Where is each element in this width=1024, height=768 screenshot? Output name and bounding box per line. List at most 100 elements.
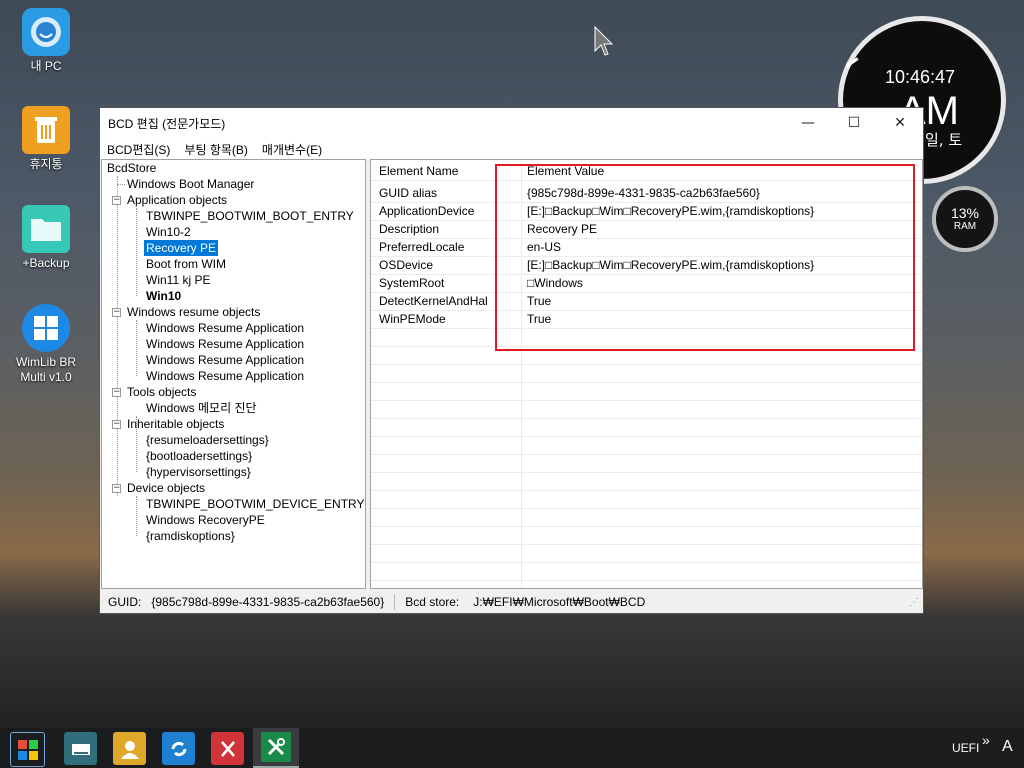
title-bar[interactable]: BCD 편집 (전문가모드) — ☐ ✕ <box>100 108 923 138</box>
menu-parameters[interactable]: 매개변수(E) <box>255 141 329 158</box>
recycle-bin-icon <box>22 106 70 154</box>
clock-tick <box>845 57 859 68</box>
tree-item[interactable]: {bootloadersettings} <box>146 448 252 464</box>
tree-line <box>136 320 137 376</box>
tree-item[interactable]: Windows Resume Application <box>146 352 304 368</box>
tree-item[interactable]: Device objects <box>127 480 205 496</box>
uefi-indicator: UEFI <box>952 741 980 755</box>
x-app-icon <box>220 740 235 757</box>
collapse-toggle[interactable]: − <box>112 484 121 493</box>
element-name-cell: Description <box>379 222 440 236</box>
my-pc-icon <box>22 8 70 56</box>
sync-icon <box>171 741 186 756</box>
collapse-toggle[interactable]: − <box>112 308 121 317</box>
desktop-icon-my-pc[interactable]: 내 PC <box>11 8 81 74</box>
taskbar-sync-app[interactable] <box>162 732 195 765</box>
menu-boot-entries[interactable]: 부팅 항목(B) <box>177 141 255 158</box>
desktop-icon-wimlib[interactable]: WimLib BR Multi v1.0 <box>11 304 81 385</box>
desktop-icon-recycle-bin[interactable]: 휴지통 <box>11 106 81 172</box>
maximize-button[interactable]: ☐ <box>831 108 877 138</box>
ram-label: RAM <box>953 221 977 232</box>
tree-item[interactable]: Boot from WIM <box>146 256 226 272</box>
element-name-cell: OSDevice <box>379 258 434 272</box>
clock-day: 일, 토 <box>925 131 963 149</box>
taskbar-user-app[interactable] <box>113 732 146 765</box>
taskbar-x-app[interactable] <box>211 732 244 765</box>
taskbar-drive-app[interactable] <box>64 732 97 765</box>
tree-line <box>117 184 125 185</box>
tree-line <box>136 208 137 296</box>
tree-item[interactable]: Win10-2 <box>146 224 191 240</box>
desktop-icon-backup[interactable]: +Backup <box>11 205 81 271</box>
collapse-toggle[interactable]: − <box>112 420 121 429</box>
tree-item[interactable]: Windows RecoveryPE <box>146 512 265 528</box>
bcd-editor-window: BCD 편집 (전문가모드) — ☐ ✕ BCD편집(S) 부팅 항목(B) 매… <box>99 107 924 614</box>
start-icon <box>17 739 38 760</box>
annotation-highlight-box <box>495 164 915 351</box>
menu-bar: BCD편집(S) 부팅 항목(B) 매개변수(E) <box>100 138 923 161</box>
tree-item[interactable]: Windows resume objects <box>127 304 260 320</box>
close-button[interactable]: ✕ <box>877 108 923 138</box>
empty-row <box>371 454 922 473</box>
status-store-value: J:₩EFI₩Microsoft₩Boot₩BCD <box>473 595 646 609</box>
minimize-button[interactable]: — <box>785 108 831 138</box>
status-guid-value: {985c798d-899e-4331-9835-ca2b63fae560} <box>151 595 385 609</box>
folder-icon <box>22 205 70 253</box>
tree-item[interactable]: Tools objects <box>127 384 196 400</box>
empty-row <box>371 382 922 401</box>
tree-item[interactable]: {resumeloadersettings} <box>146 432 269 448</box>
tree-item[interactable]: TBWINPE_BOOTWIM_BOOT_ENTRY <box>146 208 354 224</box>
taskbar-bcd-tools-app[interactable] <box>253 728 299 768</box>
tree-item[interactable]: Win11 kj PE <box>146 272 210 288</box>
status-guid-label: GUID: <box>108 595 142 609</box>
empty-row <box>371 400 922 419</box>
user-icon <box>120 740 139 759</box>
bcd-tree[interactable]: − − − − − BcdStore Windows Boot Manager … <box>101 159 366 589</box>
window-title: BCD 편집 (전문가모드) <box>108 116 226 131</box>
tree-item[interactable]: Windows Resume Application <box>146 336 304 352</box>
element-name-cell: GUID alias <box>379 186 438 200</box>
tree-item[interactable]: Win10 <box>146 288 181 304</box>
menu-bcd-edit[interactable]: BCD편집(S) <box>100 141 177 158</box>
collapse-toggle[interactable]: − <box>112 388 121 397</box>
tree-item-bcdstore[interactable]: BcdStore <box>107 160 156 176</box>
header-element-name[interactable]: Element Name <box>379 164 458 178</box>
drive-icon <box>71 743 90 755</box>
element-name-cell: WinPEMode <box>379 312 446 326</box>
status-divider <box>394 594 396 610</box>
desktop-icon-label: +Backup <box>22 256 70 270</box>
empty-row <box>371 490 922 509</box>
taskbar: UEFI » A <box>0 728 1024 768</box>
tree-item[interactable]: Windows Resume Application <box>146 320 304 336</box>
mouse-cursor-icon <box>594 26 614 56</box>
desktop-icon-label: 내 PC <box>30 59 62 73</box>
tree-item[interactable]: Windows 메모리 진단 <box>146 400 257 416</box>
desktop-icon-label: WimLib BR Multi v1.0 <box>15 355 76 384</box>
element-name-cell: PreferredLocale <box>379 240 465 254</box>
collapse-toggle[interactable]: − <box>112 196 121 205</box>
element-name-cell: SystemRoot <box>379 276 445 290</box>
tree-item[interactable]: Windows Resume Application <box>146 368 304 384</box>
empty-row <box>371 436 922 455</box>
start-button[interactable] <box>10 732 45 767</box>
tree-item[interactable]: TBWINPE_BOOTWIM_DEVICE_ENTRY <box>146 496 364 512</box>
resize-grip-icon[interactable]: ⋰ <box>909 597 919 608</box>
status-store-label: Bcd store: <box>405 595 460 609</box>
tree-item[interactable]: Application objects <box>127 192 227 208</box>
status-bar: GUID: {985c798d-899e-4331-9835-ca2b63fae… <box>100 591 923 613</box>
ram-percent: 13% <box>950 205 980 221</box>
tree-line <box>117 176 118 496</box>
tools-icon <box>261 732 291 762</box>
ime-indicator[interactable]: A <box>1002 738 1013 756</box>
tree-item-selected[interactable]: Recovery PE <box>144 240 219 256</box>
element-name-cell: ApplicationDevice <box>379 204 475 218</box>
tray-overflow-chevron[interactable]: » <box>982 732 990 748</box>
empty-row <box>371 526 922 545</box>
tree-item[interactable]: Windows Boot Manager <box>127 176 254 192</box>
clock-time: 10:46:47 <box>885 67 956 87</box>
empty-row <box>371 364 922 383</box>
empty-row <box>371 508 922 527</box>
tree-item[interactable]: Inheritable objects <box>127 416 224 432</box>
tree-item[interactable]: {hypervisorsettings} <box>146 464 251 480</box>
tree-item[interactable]: {ramdiskoptions} <box>146 528 235 544</box>
